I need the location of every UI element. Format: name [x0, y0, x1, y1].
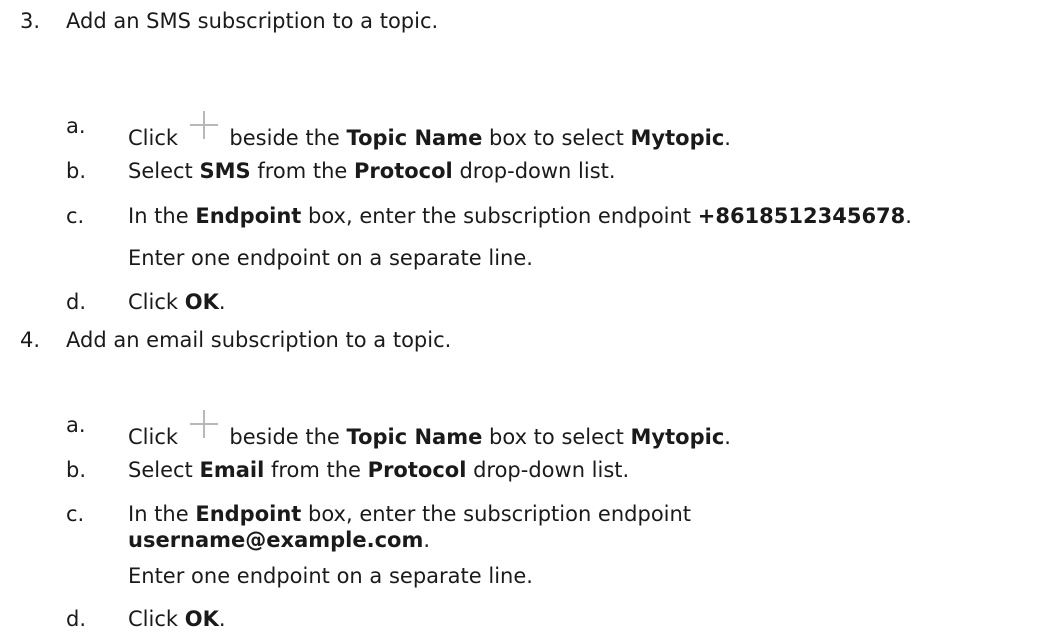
substep-text: .: [423, 528, 431, 552]
substep-text: .: [218, 290, 226, 314]
substep-note: Enter one endpoint on a separate line.: [128, 246, 533, 270]
endpoint-value: +8618512345678: [697, 204, 906, 228]
substep-letter: c.: [66, 204, 85, 228]
substep-letter: d.: [66, 290, 87, 314]
substep-text: Click: [128, 126, 179, 150]
endpoint-value: username@example.com: [128, 528, 424, 552]
ui-term: Email: [199, 458, 265, 482]
ui-term: Topic Name: [346, 425, 483, 449]
substep-3d: Click OK.: [128, 287, 226, 317]
substep-text: In the: [128, 204, 189, 228]
substep-4d: Click OK.: [128, 604, 226, 634]
substep-text: Click: [128, 607, 179, 631]
substep-text: from the: [270, 458, 361, 482]
substep-text: drop-down list.: [459, 159, 616, 183]
step-number: 3.: [20, 9, 41, 33]
substep-letter: a.: [66, 413, 86, 437]
substep-text: In the: [128, 502, 189, 526]
step-text: Add an SMS subscription to a topic.: [66, 9, 439, 33]
step-number: 4.: [20, 328, 41, 352]
substep-note: Enter one endpoint on a separate line.: [128, 564, 533, 588]
substep-4b: Select Email from the Protocol drop-down…: [128, 455, 629, 485]
substep-3b: Select SMS from the Protocol drop-down l…: [128, 156, 616, 186]
substep-letter: b.: [66, 458, 87, 482]
step-text: Add an email subscription to a topic.: [66, 328, 452, 352]
ui-term: Protocol: [354, 159, 453, 183]
substep-text: Click: [128, 290, 179, 314]
substep-text: beside the: [229, 425, 340, 449]
ui-term: Mytopic: [630, 126, 725, 150]
ui-term: SMS: [199, 159, 251, 183]
ui-term: OK: [184, 607, 219, 631]
ui-term: Topic Name: [346, 126, 483, 150]
substep-letter: d.: [66, 607, 87, 631]
substep-text: .: [724, 425, 731, 449]
substep-letter: a.: [66, 114, 86, 138]
substep-4a: Click beside the Topic Name box to selec…: [128, 410, 731, 452]
ui-term: OK: [184, 290, 219, 314]
substep-letter: b.: [66, 159, 87, 183]
substep-3c: In the Endpoint box, enter the subscript…: [128, 201, 912, 231]
substep-text: Select: [128, 159, 193, 183]
substep-text: box to select: [489, 425, 624, 449]
substep-text: from the: [257, 159, 348, 183]
substep-text: .: [724, 126, 731, 150]
substep-text: box to select: [489, 126, 624, 150]
substep-3a: Click beside the Topic Name box to selec…: [128, 111, 731, 153]
ui-term: Endpoint: [195, 204, 302, 228]
substep-letter: c.: [66, 502, 85, 526]
substep-text: drop-down list.: [473, 458, 630, 482]
substep-text: Click: [128, 425, 179, 449]
substep-text: box, enter the subscription endpoint: [308, 204, 692, 228]
plus-icon: [189, 111, 219, 139]
ui-term: Endpoint: [195, 502, 302, 526]
substep-text: .: [905, 204, 912, 228]
plus-icon: [189, 410, 219, 438]
substep-text: box, enter the subscription endpoint: [308, 502, 692, 526]
ui-term: Protocol: [367, 458, 467, 482]
ui-term: Mytopic: [630, 425, 725, 449]
substep-text: .: [218, 607, 226, 631]
substep-text: Select: [128, 458, 193, 482]
substep-text: beside the: [229, 126, 340, 150]
